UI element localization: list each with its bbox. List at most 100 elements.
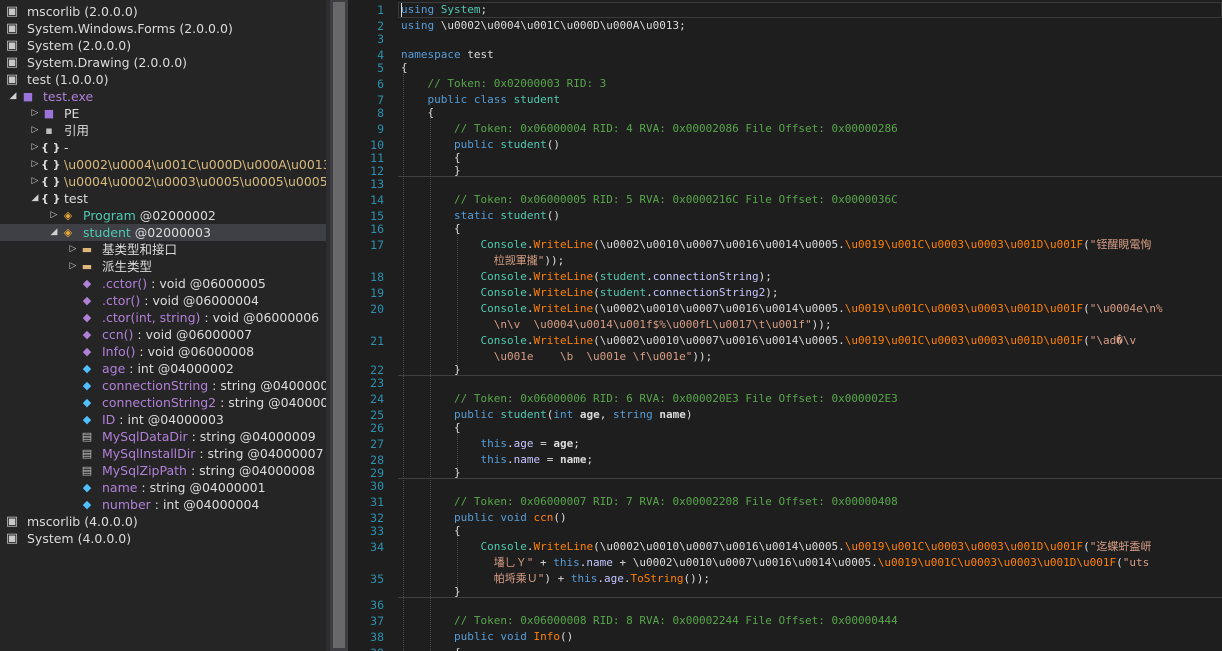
tree-node-node-references[interactable]: ▷ ▪ 引用	[0, 122, 326, 139]
expand-arrow-icon[interactable]: ▷	[30, 139, 40, 156]
code-line[interactable]: Console.WriteLine(\u0002\u0010\u0007\u00…	[401, 333, 1136, 349]
tree-node-label: name : string @04000001	[102, 479, 266, 496]
module-icon: ■	[43, 107, 55, 120]
code-line[interactable]: // Token: 0x06000008 RID: 8 RVA: 0x00002…	[401, 613, 898, 629]
scrollbar-thumb[interactable]	[333, 2, 345, 648]
code-line[interactable]: Console.WriteLine(student.connectionStri…	[401, 285, 778, 301]
tree-node-field-mysql-datadir[interactable]: ▤ MySqlDataDir : string @04000009	[0, 428, 326, 445]
code-line[interactable]: // Token: 0x06000006 RID: 6 RVA: 0x00002…	[401, 391, 898, 407]
tree-node-class-student[interactable]: ◢ ◈ student @02000003	[0, 224, 326, 241]
code-line[interactable]: // Token: 0x06000004 RID: 4 RVA: 0x00002…	[401, 121, 898, 137]
code-line[interactable]: Console.WriteLine(\u0002\u0010\u0007\u00…	[401, 301, 1162, 317]
code-line[interactable]: using \u0002\u0004\u001C\u000D\u000A\u00…	[401, 18, 686, 34]
expand-arrow-icon[interactable]: ▷	[30, 156, 40, 173]
collapse-arrow-icon[interactable]: ◢	[49, 224, 59, 241]
tree-node-label: connectionString2 : string @04000006	[102, 394, 326, 411]
code-line[interactable]: 柆觊軍攏"));	[401, 253, 565, 269]
line-number: 19	[370, 286, 384, 300]
tree-node-asm-system-4[interactable]: ▣ System (4.0.0.0)	[0, 530, 326, 547]
code-line[interactable]: 墦乚Ｙ" + this.name + \u0002\u0010\u0007\u0…	[401, 555, 1150, 571]
expand-arrow-icon[interactable]: ▷	[30, 122, 40, 139]
tree-node-method-ccn[interactable]: ◆ ccn() : void @06000007	[0, 326, 326, 343]
code-line[interactable]: }	[401, 584, 461, 600]
tree-node-asm-drawing[interactable]: ▣ System.Drawing (2.0.0.0)	[0, 54, 326, 71]
tree-node-method-cctor[interactable]: ◆ .cctor() : void @06000005	[0, 275, 326, 292]
tree-node-label: System.Windows.Forms (2.0.0.0)	[27, 20, 233, 37]
tree-node-asm-system-2[interactable]: ▣ System (2.0.0.0)	[0, 37, 326, 54]
tree-node-ns-test[interactable]: ◢{ } test	[0, 190, 326, 207]
assembly-explorer-tree[interactable]: ▣ mscorlib (2.0.0.0) ▣ System.Windows.Forms…	[0, 0, 326, 651]
code-line[interactable]: this.age = age;	[401, 436, 579, 452]
code-line[interactable]: \n\v \u0004\u0014\u001f$%\u000fL\u0017\t…	[401, 317, 832, 333]
tree-node-field-number[interactable]: ◆ number : int @04000004	[0, 496, 326, 513]
tree-node-field-id[interactable]: ◆ ID : int @04000003	[0, 411, 326, 428]
tree-node-method-ctor[interactable]: ◆ .ctor() : void @06000004	[0, 292, 326, 309]
node-name: 引用	[64, 123, 90, 138]
tree-node-asm-test[interactable]: ▣ test (1.0.0.0)	[0, 71, 326, 88]
code-token: test	[460, 48, 494, 61]
code-line[interactable]: }	[401, 163, 461, 179]
tree-node-asm-mscorlib-4[interactable]: ▣ mscorlib (4.0.0.0)	[0, 513, 326, 530]
node-name: -	[64, 140, 69, 155]
code-token: .	[646, 270, 653, 283]
expand-arrow-icon[interactable]: ▷	[30, 105, 40, 122]
tree-node-ns-empty[interactable]: ▷{ } -	[0, 139, 326, 156]
code-line[interactable]: {	[401, 523, 461, 539]
code-line[interactable]: Console.WriteLine(\u0002\u0010\u0007\u00…	[401, 237, 1151, 253]
code-token: (	[1116, 556, 1123, 569]
member-separator	[398, 176, 1222, 177]
field-icon: ◆	[82, 362, 92, 375]
code-line[interactable]: }	[401, 465, 461, 481]
code-line[interactable]: Console.WriteLine(\u0002\u0010\u0007\u00…	[401, 539, 1151, 555]
code-line[interactable]: namespace test	[401, 47, 494, 63]
code-line[interactable]: // Token: 0x06000007 RID: 7 RVA: 0x00002…	[401, 494, 898, 510]
namespace-icon: { }	[41, 158, 61, 171]
tree-node-label: \u0002\u0004\u001C\u000D\u000A\u0013	[64, 156, 326, 173]
code-line[interactable]: {	[401, 60, 408, 76]
tree-node-asm-winforms[interactable]: ▣ System.Windows.Forms (2.0.0.0)	[0, 20, 326, 37]
vertical-scrollbar[interactable]	[330, 0, 348, 651]
expand-arrow-icon[interactable]: ▷	[68, 241, 78, 258]
collapse-arrow-icon[interactable]: ◢	[30, 190, 40, 207]
tree-node-method-info[interactable]: ◆ Info() : void @06000008	[0, 343, 326, 360]
tree-node-module-test-exe[interactable]: ◢ ■ test.exe	[0, 88, 326, 105]
code-line[interactable]: // Token: 0x02000003 RID: 3	[401, 76, 607, 92]
expand-arrow-icon[interactable]: ▷	[30, 173, 40, 190]
code-line[interactable]: {	[401, 105, 434, 121]
code-line[interactable]: Console.WriteLine(student.connectionStri…	[401, 269, 771, 285]
tree-node-class-program[interactable]: ▷ ◈ Program @02000002	[0, 207, 326, 224]
code-editor[interactable]: 1 using System; 2 using \u0002\u0004\u001C\…	[348, 0, 1222, 651]
tree-node-label: System (4.0.0.0)	[27, 530, 131, 547]
tree-node-field-mysql-zippath[interactable]: ▤ MySqlZipPath : string @04000008	[0, 462, 326, 479]
tree-node-node-pe[interactable]: ▷ ■ PE	[0, 105, 326, 122]
code-line[interactable]: // Token: 0x06000005 RID: 5 RVA: 0x00002…	[401, 192, 898, 208]
tree-node-method-ctor-int-string[interactable]: ◆ .ctor(int, string) : void @06000006	[0, 309, 326, 326]
method-icon: ◆	[82, 311, 92, 324]
code-line[interactable]: }	[401, 362, 461, 378]
tree-node-ns-obfuscated-1[interactable]: ▷{ } \u0002\u0004\u001C\u000D\u000A\u0013	[0, 156, 326, 173]
tree-node-field-age[interactable]: ◆ age : int @04000002	[0, 360, 326, 377]
expand-arrow-icon[interactable]: ▷	[49, 207, 59, 224]
tree-node-field-connection-string2[interactable]: ◆ connectionString2 : string @04000006	[0, 394, 326, 411]
code-line[interactable]: {	[401, 221, 461, 237]
tree-node-ns-obfuscated-2[interactable]: ▷{ } \u0004\u0002\u0003\u0005\u0005\u0005…	[0, 173, 326, 190]
code-line[interactable]: {	[401, 420, 461, 436]
tree-node-label: PE	[64, 105, 79, 122]
collapse-arrow-icon[interactable]: ◢	[8, 88, 18, 105]
code-line[interactable]: {	[401, 645, 461, 651]
tree-node-folder-derived-types[interactable]: ▷ ▬ 派生类型	[0, 258, 326, 275]
tree-node-field-connection-string[interactable]: ◆ connectionString : string @04000005	[0, 377, 326, 394]
tree-node-field-mysql-installdir[interactable]: ▤ MySqlInstallDir : string @04000007	[0, 445, 326, 462]
tree-node-field-name[interactable]: ◆ name : string @04000001	[0, 479, 326, 496]
code-token: .	[506, 437, 514, 450]
tree-node-folder-base-types[interactable]: ▷ ▬ 基类型和接口	[0, 241, 326, 258]
code-line[interactable]: public void Info()	[401, 629, 573, 645]
tree-node-asm-mscorlib-2[interactable]: ▣ mscorlib (2.0.0.0)	[0, 3, 326, 20]
node-signature: (2.0.0.0)	[73, 38, 132, 53]
expand-arrow-icon[interactable]: ▷	[68, 258, 78, 275]
node-name: MySqlZipPath	[102, 463, 187, 478]
code-line[interactable]: using System;	[401, 2, 487, 18]
